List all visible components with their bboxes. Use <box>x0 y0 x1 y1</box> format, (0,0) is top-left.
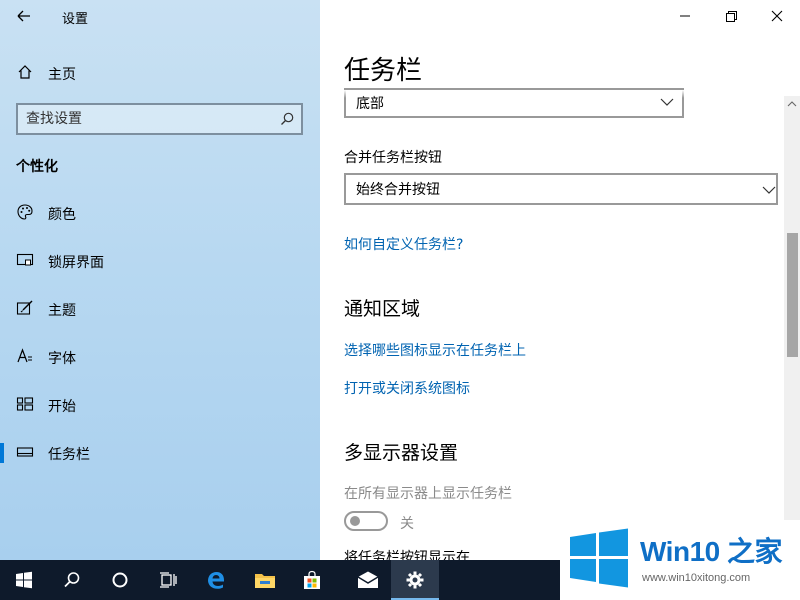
close-button[interactable] <box>754 0 800 32</box>
scroll-thumb[interactable] <box>787 233 798 357</box>
multiple-displays-heading: 多显示器设置 <box>344 442 459 464</box>
palette-icon <box>17 204 33 220</box>
content-pane: 任务栏 底部 合并任务栏按钮 始终合并按钮 如何自定义任务栏? 通知区域 选择哪… <box>320 0 800 560</box>
home-icon <box>18 65 32 79</box>
restore-icon <box>726 11 737 22</box>
minimize-button[interactable] <box>662 0 708 32</box>
watermark-brand: Win10 之家 <box>640 536 783 567</box>
store-button[interactable] <box>288 560 336 600</box>
cortana-button[interactable] <box>96 560 144 600</box>
vertical-scrollbar[interactable] <box>784 96 800 560</box>
search-icon <box>64 572 80 588</box>
sidebar-item-lock-screen[interactable]: 锁屏界面 <box>0 241 320 281</box>
settings-window: 设置 主页 个性化 颜色 <box>0 0 800 560</box>
mail-icon <box>357 571 379 588</box>
sidebar-item-fonts[interactable]: 字体 <box>0 337 320 377</box>
taskbar-buttons-on-label: 将任务栏按钮显示在 <box>344 550 470 560</box>
sidebar-item-home[interactable]: 主页 <box>0 53 320 93</box>
show-on-all-displays-toggle[interactable] <box>344 511 388 531</box>
combine-buttons-dropdown[interactable]: 始终合并按钮 <box>344 173 778 205</box>
close-icon <box>771 10 783 22</box>
watermark-url: www.win10xitong.com <box>642 572 751 584</box>
win10-logo <box>570 528 628 588</box>
mail-button[interactable] <box>342 560 390 600</box>
back-button[interactable] <box>10 4 38 28</box>
system-icons-link[interactable]: 打开或关闭系统图标 <box>344 378 470 398</box>
edge-button[interactable] <box>192 560 240 600</box>
search-input[interactable] <box>26 109 271 129</box>
sidebar: 设置 主页 个性化 颜色 <box>0 0 320 560</box>
folder-icon <box>255 574 275 588</box>
taskbar-icon <box>16 447 34 457</box>
page-title: 任务栏 <box>344 56 423 86</box>
search-icon[interactable] <box>279 111 295 127</box>
scroll-up-arrow-icon[interactable] <box>784 96 800 112</box>
gear-icon <box>406 571 424 589</box>
toggle-state-label: 关 <box>400 516 414 532</box>
customize-taskbar-link[interactable]: 如何自定义任务栏? <box>344 234 463 254</box>
sidebar-item-start[interactable]: 开始 <box>0 385 320 425</box>
sidebar-item-colors[interactable]: 颜色 <box>0 193 320 233</box>
sidebar-item-themes[interactable]: 主题 <box>0 289 320 329</box>
sidebar-item-label: 锁屏界面 <box>48 255 104 271</box>
arrow-left-icon <box>17 10 30 22</box>
sidebar-item-label: 任务栏 <box>48 447 90 463</box>
sidebar-item-label: 字体 <box>48 351 76 367</box>
chevron-down-icon <box>762 186 776 194</box>
theme-brush-icon <box>16 300 33 315</box>
sidebar-item-label: 颜色 <box>48 207 76 223</box>
sidebar-item-taskbar[interactable]: 任务栏 <box>0 433 320 473</box>
combine-buttons-label: 合并任务栏按钮 <box>344 150 442 166</box>
explorer-button[interactable] <box>240 560 288 600</box>
dropdown-value: 始终合并按钮 <box>356 182 440 198</box>
cortana-circle-icon <box>112 572 128 588</box>
sidebar-item-label: 主题 <box>48 303 76 319</box>
watermark-overlay: Win10 之家 www.win10xitong.com <box>560 520 800 600</box>
scroll-fade <box>320 90 782 98</box>
edge-icon <box>208 572 224 589</box>
windows-logo-icon <box>16 571 32 589</box>
toggle-knob <box>350 516 360 526</box>
sidebar-item-label: 主页 <box>48 67 76 83</box>
restore-button[interactable] <box>708 0 754 32</box>
search-box[interactable] <box>16 103 303 135</box>
settings-button[interactable] <box>391 560 439 600</box>
lock-screen-icon <box>16 253 34 266</box>
task-view-button[interactable] <box>144 560 192 600</box>
store-bag-icon <box>304 570 320 589</box>
section-heading-personalization: 个性化 <box>16 159 58 175</box>
font-icon <box>17 348 32 363</box>
minimize-icon <box>680 15 690 17</box>
sidebar-item-label: 开始 <box>48 399 76 415</box>
start-button[interactable] <box>0 560 48 600</box>
notification-area-heading: 通知区域 <box>344 298 421 320</box>
task-view-icon <box>160 572 177 588</box>
search-button[interactable] <box>48 560 96 600</box>
start-tiles-icon <box>16 397 34 411</box>
app-title: 设置 <box>62 12 89 27</box>
select-taskbar-icons-link[interactable]: 选择哪些图标显示在任务栏上 <box>344 340 526 360</box>
show-on-all-displays-label: 在所有显示器上显示任务栏 <box>344 486 512 502</box>
